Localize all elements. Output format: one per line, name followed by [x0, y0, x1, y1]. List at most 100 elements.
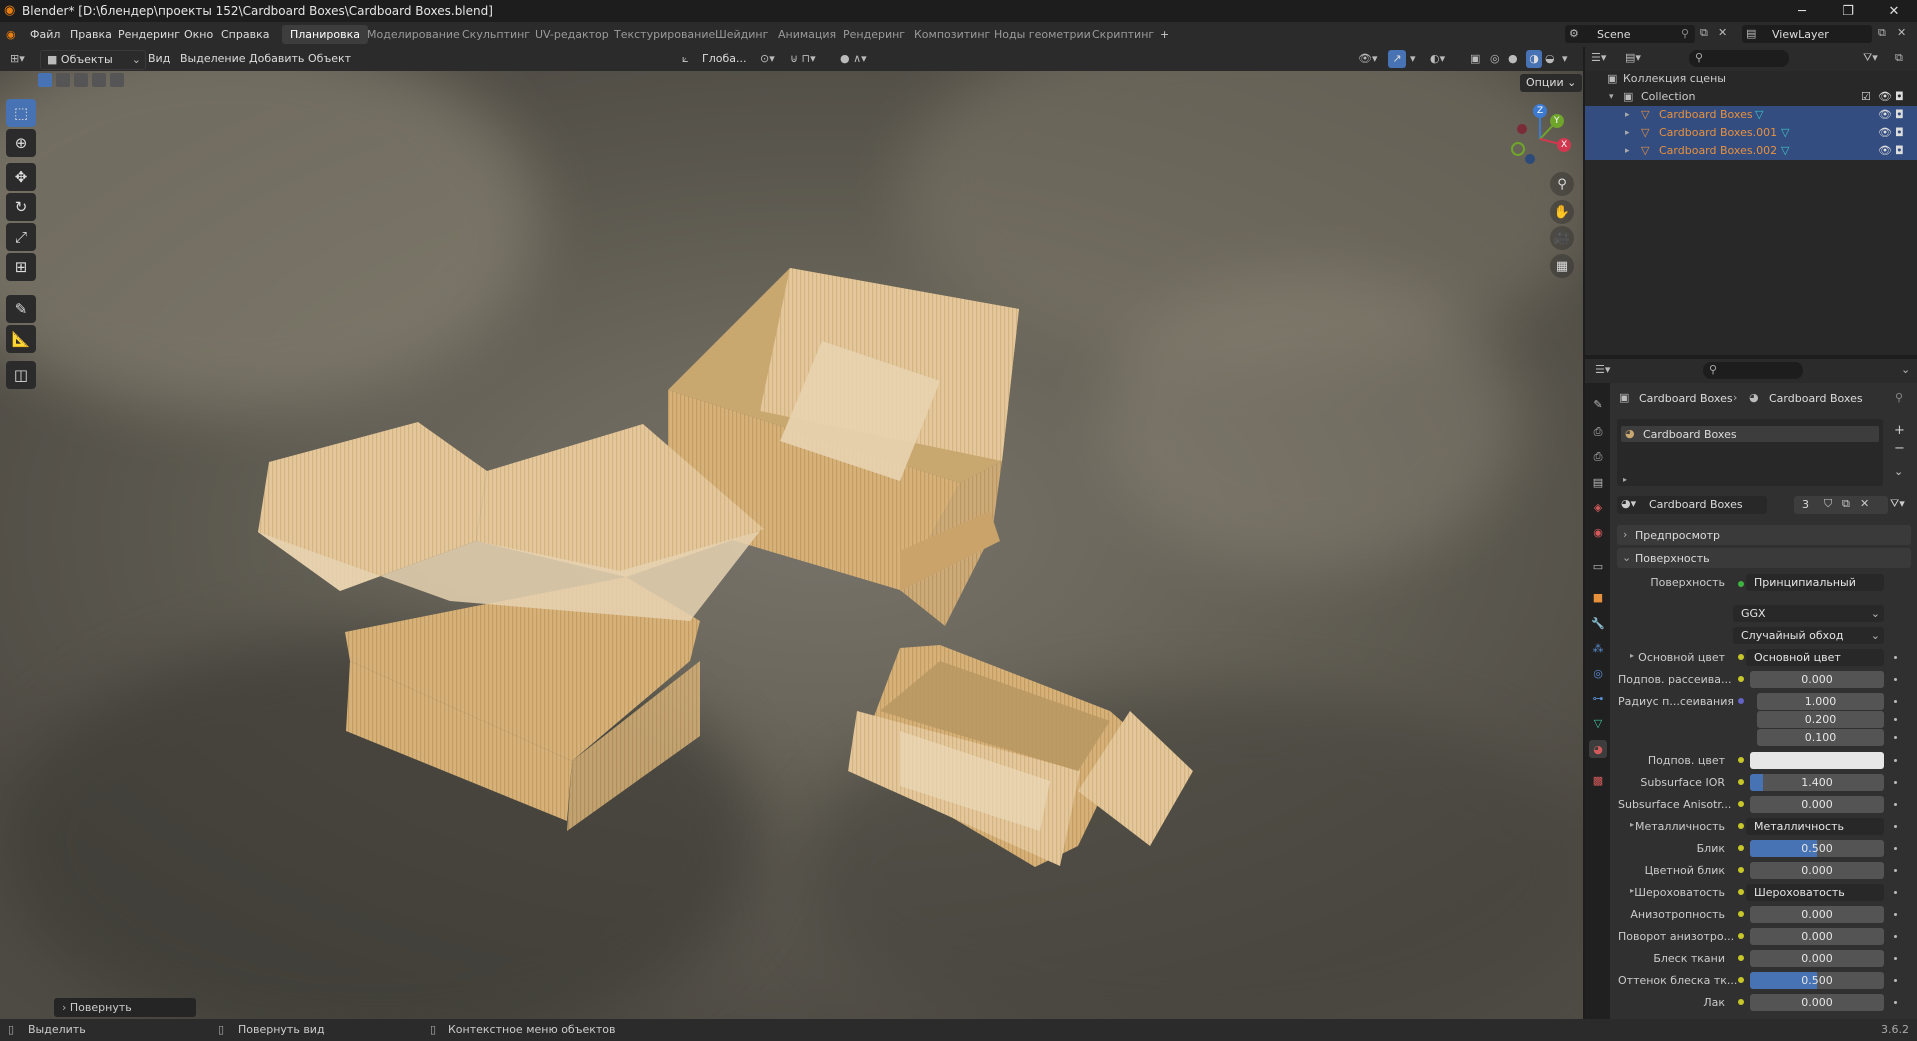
socket-icon[interactable] — [1738, 977, 1744, 983]
move-tool-icon[interactable]: ✥ — [6, 163, 36, 191]
tab-geometry-nodes[interactable]: Ноды геометрии — [986, 25, 1099, 44]
keyframe-dot-icon[interactable] — [1894, 869, 1897, 872]
shading-dropdown-icon[interactable]: ▾ — [1562, 50, 1568, 68]
expand-icon[interactable]: ▸ — [1625, 142, 1630, 160]
new-collection-icon[interactable]: ⧉ — [1895, 51, 1903, 65]
outliner-row-object[interactable]: ▸ ▽ Cardboard Boxes.002 ▽ 👁 ◘ — [1585, 142, 1917, 160]
color-swatch[interactable] — [1750, 752, 1884, 769]
proportional-edit-icon[interactable]: ● ∧▾ — [840, 50, 867, 68]
socket-icon[interactable] — [1738, 757, 1744, 763]
number-field[interactable]: 0.000 — [1750, 862, 1884, 879]
keyframe-dot-icon[interactable] — [1894, 781, 1897, 784]
maximize-button[interactable]: ❐ — [1825, 0, 1871, 22]
properties-dropdown-icon[interactable]: ⌄ — [1901, 363, 1910, 376]
tab-texture-paint[interactable]: Текстурирование — [606, 25, 723, 44]
eye-icon[interactable]: 👁 — [1878, 88, 1892, 106]
shading-material-icon[interactable]: ◑ — [1526, 50, 1542, 68]
socket-icon[interactable] — [1738, 911, 1744, 917]
view-layer-selector[interactable]: ▤ ViewLayer — [1742, 25, 1872, 43]
outliner-row-scene-collection[interactable]: ▣ Коллекция сцены — [1585, 70, 1917, 88]
particles-tab-icon[interactable]: ⁂ — [1589, 639, 1607, 657]
menu-add[interactable]: Добавить — [249, 50, 304, 68]
menu-select[interactable]: Выделение — [180, 50, 246, 68]
ortho-grid-icon[interactable]: ▦ — [1550, 254, 1574, 278]
menu-view[interactable]: Вид — [148, 50, 170, 68]
tab-scripting[interactable]: Скриптинг — [1084, 25, 1162, 44]
keyframe-dot-icon[interactable] — [1894, 656, 1897, 659]
gizmo-dropdown-icon[interactable]: ▾ — [1410, 50, 1416, 68]
keyframe-dot-icon[interactable] — [1894, 891, 1897, 894]
socket-icon[interactable] — [1738, 867, 1744, 873]
socket-icon[interactable] — [1738, 698, 1744, 704]
expand-icon[interactable]: ▸ — [1630, 886, 1634, 895]
editor-type-icon[interactable]: ⊞▾ — [10, 50, 25, 68]
cursor-tool-icon[interactable]: ⊕ — [6, 129, 36, 157]
keyframe-dot-icon[interactable] — [1894, 957, 1897, 960]
eye-icon[interactable]: 👁 — [1878, 142, 1892, 160]
tab-shading[interactable]: Шейдинг — [707, 25, 776, 44]
pan-hand-icon[interactable]: ✋ — [1550, 200, 1574, 224]
socket-icon[interactable] — [1738, 999, 1744, 1005]
properties-search-input[interactable]: ⚲ — [1703, 362, 1803, 379]
new-view-layer-icon[interactable]: ⧉ — [1878, 26, 1886, 40]
camera-icon[interactable]: ◘ — [1895, 142, 1904, 160]
scene-tab-icon[interactable]: ◈ — [1589, 498, 1607, 516]
shading-solid-icon[interactable]: ● — [1508, 50, 1518, 68]
output-tab-icon[interactable]: ⎙ — [1589, 448, 1607, 466]
pin-icon[interactable]: ⚲ — [1681, 27, 1689, 40]
eye-icon[interactable]: 👁 — [1878, 124, 1892, 142]
world-tab-icon[interactable]: ◉ — [1589, 523, 1607, 541]
display-mode-icon[interactable]: ▤▾ — [1625, 51, 1641, 64]
duplicate-material-icon[interactable]: ⧉ — [1842, 497, 1850, 511]
minimize-button[interactable]: ─ — [1779, 0, 1825, 22]
snap-icon[interactable]: ⊍ ⊓▾ — [790, 50, 816, 68]
socket-icon[interactable] — [1738, 889, 1744, 895]
number-field[interactable]: 1.000 — [1757, 693, 1884, 710]
mesh-data-icon[interactable]: ▽ — [1781, 124, 1789, 142]
linked-input-field[interactable]: Шероховатость — [1746, 884, 1884, 901]
socket-icon[interactable] — [1738, 801, 1744, 807]
expand-icon[interactable]: ▸ — [1630, 651, 1634, 660]
delete-scene-icon[interactable]: ✕ — [1718, 26, 1727, 39]
surface-shader-field[interactable]: Принципиальный BSDF — [1746, 574, 1884, 591]
checkbox-icon[interactable]: ☑ — [1861, 88, 1871, 106]
transform-orientation-dropdown[interactable]: Глоба... — [702, 50, 746, 68]
number-field[interactable]: 0.000 — [1750, 671, 1884, 688]
mode-dropdown[interactable]: ■ Объекты ⌄ — [40, 50, 146, 70]
socket-icon[interactable] — [1738, 654, 1744, 660]
keyframe-dot-icon[interactable] — [1894, 1001, 1897, 1004]
slot-menu-icon[interactable]: ⌄ — [1894, 465, 1903, 478]
select-mode-icons[interactable] — [36, 71, 126, 91]
collection-tab-icon[interactable]: ▭ — [1589, 557, 1607, 575]
socket-icon[interactable] — [1738, 845, 1744, 851]
subsurface-method-dropdown[interactable]: Случайный обход ⌄ — [1733, 627, 1884, 644]
blender-menu-icon[interactable]: ◉ — [6, 28, 16, 41]
number-field[interactable]: 0.500 — [1750, 840, 1884, 857]
constraints-tab-icon[interactable]: ⊶ — [1589, 689, 1607, 707]
keyframe-dot-icon[interactable] — [1894, 935, 1897, 938]
menu-object[interactable]: Объект — [308, 50, 351, 68]
outliner-search-input[interactable]: ⚲ — [1689, 50, 1789, 67]
zoom-icon[interactable]: ⚲ — [1550, 172, 1574, 196]
socket-icon[interactable] — [1738, 779, 1744, 785]
number-field[interactable]: 0.100 — [1757, 729, 1884, 746]
options-dropdown[interactable]: Опции ⌄ — [1520, 74, 1583, 92]
menu-render[interactable]: Рендеринг — [118, 28, 180, 41]
eye-icon[interactable]: 👁 — [1878, 106, 1892, 124]
select-extend-icon[interactable] — [56, 73, 70, 87]
distribution-dropdown[interactable]: GGX ⌄ — [1733, 605, 1884, 622]
node-tree-icon[interactable]: ⛛▾ — [1890, 497, 1905, 511]
overlay-icon[interactable]: ◐▾ — [1430, 50, 1445, 68]
number-field[interactable]: 0.000 — [1750, 950, 1884, 967]
socket-icon[interactable] — [1738, 933, 1744, 939]
number-field[interactable]: 0.000 — [1750, 928, 1884, 945]
pivot-point-icon[interactable]: ⊙▾ — [760, 50, 775, 68]
texture-tab-icon[interactable]: ▩ — [1589, 771, 1607, 789]
mesh-data-icon[interactable]: ▽ — [1755, 106, 1763, 124]
outliner-row-object[interactable]: ▸ ▽ Cardboard Boxes ▽ 👁 ◘ — [1585, 106, 1917, 124]
properties-editor-type-icon[interactable]: ☰▾ — [1595, 363, 1610, 376]
expand-icon[interactable]: ▸ — [1623, 475, 1627, 484]
number-field[interactable]: 1.400 — [1750, 774, 1884, 791]
gizmo-toggle-icon[interactable]: ↗ — [1388, 50, 1406, 68]
number-field[interactable]: 0.000 — [1750, 994, 1884, 1011]
